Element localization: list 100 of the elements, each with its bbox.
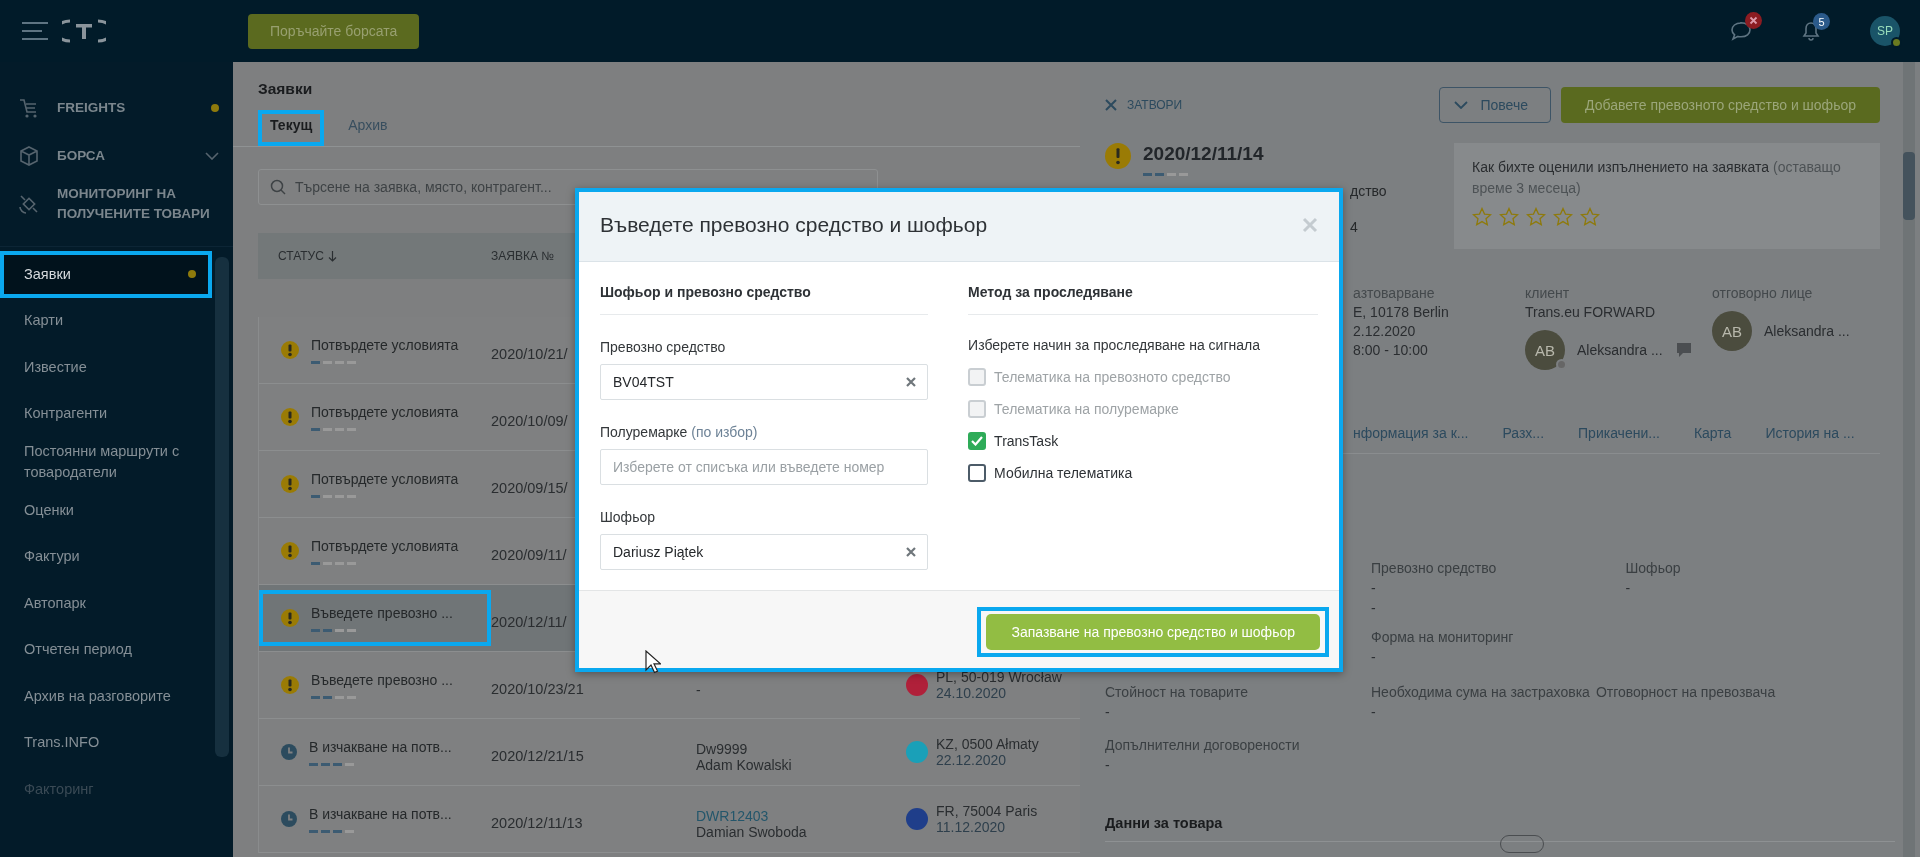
status-text: Потвърдете условията (311, 336, 459, 353)
checkbox-label: Мобилна телематика (994, 465, 1133, 481)
sidebar-section[interactable]: БОРСА (0, 132, 233, 180)
sidebar-item[interactable]: Контрагенти (0, 390, 212, 437)
notification-dot (211, 104, 219, 112)
sidebar-item[interactable]: Автопарк (0, 580, 212, 627)
sidebar-item[interactable]: Оценки (0, 487, 212, 534)
search-icon (270, 179, 286, 195)
field-label: клиент (1525, 284, 1571, 303)
order-exchange-button[interactable]: Поръчайте борсата (248, 13, 420, 49)
more-button[interactable]: Повече (1439, 87, 1551, 123)
tab[interactable]: нформация за к... (1353, 422, 1469, 444)
star-icon[interactable] (1553, 207, 1573, 227)
input-field[interactable]: BV04TST (600, 364, 929, 400)
tab[interactable]: Архив (336, 110, 400, 146)
field-label: Превозно средство (1371, 559, 1498, 578)
vehicle-number: Dw9999 (696, 741, 749, 757)
date-text: 22.12.2020 (936, 752, 1008, 768)
column-header[interactable]: ЗАЯВКА № (491, 249, 555, 263)
close-icon (1105, 99, 1117, 111)
tab[interactable]: История на ... (1765, 422, 1855, 444)
chevron-down-icon (205, 152, 219, 160)
item-label: Постоянни маршрути с товародатели (24, 442, 181, 482)
checkbox-label: Телематика на полуремарке (994, 401, 1179, 417)
tab[interactable]: Разх... (1502, 422, 1545, 444)
field-value: Trans.eu FORWARD (1525, 303, 1657, 322)
sidebar-item[interactable]: Архив на разговорите (0, 673, 212, 720)
clear-icon[interactable] (906, 377, 917, 387)
user-initials: SP (1877, 24, 1893, 38)
checkbox[interactable] (968, 432, 987, 450)
field-value: - (1625, 579, 1632, 598)
item-label: Архив на разговорите (24, 686, 172, 706)
chevron-down-icon (1454, 101, 1469, 109)
status-text: Въведете превозно ... (311, 671, 453, 688)
menu-icon[interactable] (22, 22, 48, 40)
sidebar-item[interactable]: Карти (0, 297, 212, 344)
field-value: - (1105, 756, 1111, 775)
order-number: 2020/10/09/ (491, 413, 568, 429)
star-icon[interactable] (1526, 207, 1546, 227)
input-field[interactable]: Dariusz Piątek (600, 534, 929, 570)
logo-icon[interactable] (62, 19, 106, 43)
driver-name: Damian Swoboda (696, 824, 808, 840)
close-icon[interactable] (1302, 216, 1318, 233)
scrollbar[interactable] (1903, 62, 1915, 857)
sidebar-item[interactable]: Постоянни маршрути с товародатели (0, 437, 212, 487)
dialog-title: Въведете превозно средство и шофьор (600, 212, 989, 237)
section-label: FREIGHTS (57, 99, 127, 117)
order-number: 2020/10/21/ (491, 346, 568, 362)
tab[interactable]: Карта (1693, 422, 1732, 444)
checkbox[interactable] (968, 464, 987, 482)
add-vehicle-driver-button[interactable]: Добавете превозното средство и шофьор (1561, 87, 1880, 123)
optional-hint: (по избор) (691, 424, 758, 440)
section-label: БОРСА (57, 147, 107, 165)
warning-icon (281, 408, 299, 426)
chat-icon[interactable] (1730, 21, 1752, 41)
warning-icon (281, 609, 299, 627)
tab[interactable]: Текущ (258, 110, 325, 146)
hint-text: Изберете начин за проследяване на сигнала (968, 337, 1261, 353)
chat-icon[interactable] (1674, 342, 1693, 358)
clock-icon (281, 744, 297, 760)
person-name: Aleksandra ... (1764, 321, 1850, 341)
clear-icon[interactable] (906, 547, 917, 557)
star-icon[interactable] (1580, 207, 1600, 227)
input-field[interactable]: Изберете от списъка или въведете номер (600, 449, 929, 485)
bell-icon[interactable] (1802, 21, 1820, 41)
clock-icon (281, 811, 297, 827)
sidebar-item[interactable]: Заявки (0, 251, 212, 298)
sidebar-item[interactable]: Фактури (0, 533, 212, 580)
order-number: 2020/09/15/ (491, 480, 568, 496)
status-text: Потвърдете условията (311, 403, 459, 420)
field-value: - (1371, 579, 1377, 598)
item-label: Карти (24, 311, 64, 331)
close-button[interactable]: ЗАТВОРИ (1105, 98, 1183, 112)
item-label: Оценки (24, 500, 75, 520)
column-header[interactable]: СТАТУС (278, 249, 324, 263)
item-label: Отчетен период (24, 640, 133, 660)
field-value: E, 10178 Berlin (1353, 303, 1450, 322)
status-text: Въведете превозно ... (311, 604, 453, 621)
tab[interactable]: Прикачени... (1578, 422, 1660, 444)
sidebar-item[interactable]: Известие (0, 344, 212, 391)
save-button[interactable]: Запазване на превозно средство и шофьор (986, 613, 1320, 650)
user-avatar[interactable]: SP (1870, 16, 1900, 46)
status-text: В изчакване на потв... (309, 738, 452, 755)
order-number: 2020/12/11/ (491, 614, 567, 630)
section-heading: Метод за проследяване (968, 284, 1318, 315)
sidebar-item[interactable]: Отчетен период (0, 626, 212, 673)
place-text: KZ, 0500 Ałmaty (936, 736, 1039, 752)
field-label: Допълнителни договорености (1105, 736, 1301, 755)
field-label: азтоварване (1353, 284, 1436, 303)
star-icon[interactable] (1472, 207, 1492, 227)
sidebar-item[interactable]: Trans.INFO (0, 719, 212, 766)
field-label: отговорно лице (1712, 284, 1814, 303)
field-label: Форма на мониторинг (1371, 628, 1515, 647)
status-dot-icon (1556, 359, 1567, 370)
item-label: Контрагенти (24, 404, 109, 424)
sidebar-section[interactable]: МОНИТОРИНГ НА ПОЛУЧЕНИТЕ ТОВАРИ (0, 180, 233, 228)
place-text: PL, 50-019 Wrocław (936, 669, 1062, 685)
order-number: 2020/12/21/15 (491, 748, 584, 764)
sidebar-section[interactable]: FREIGHTS (0, 84, 233, 132)
star-icon[interactable] (1499, 207, 1519, 227)
